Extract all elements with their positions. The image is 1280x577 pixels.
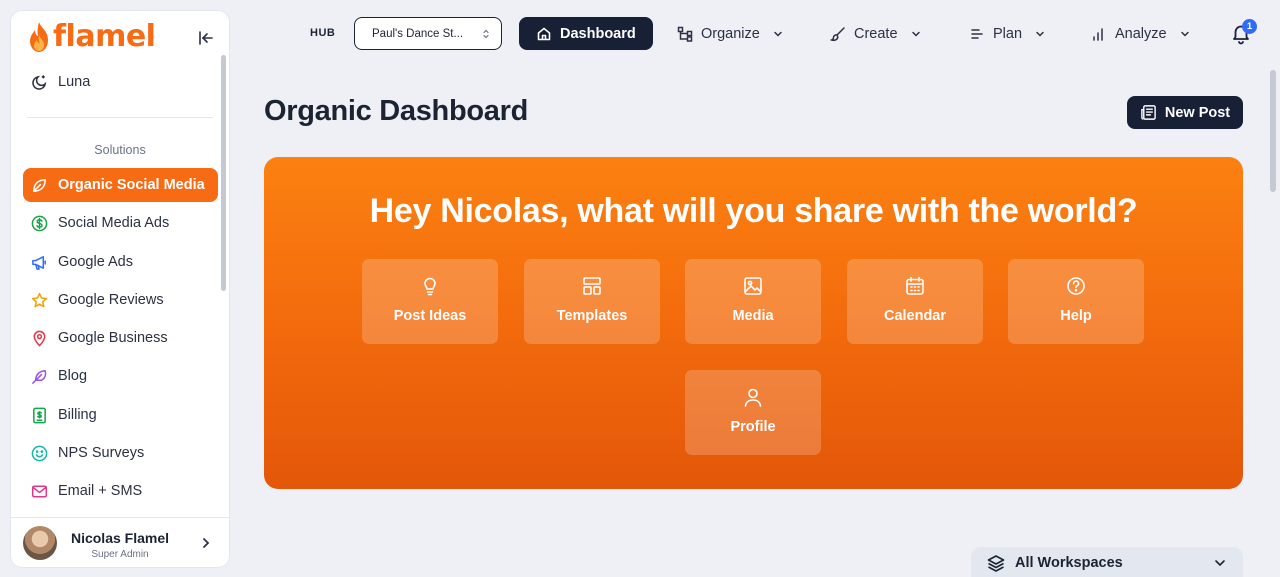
billing-icon (33, 407, 46, 423)
tile-label: Calendar (883, 308, 947, 324)
nav-dashboard-button[interactable]: Dashboard (519, 17, 653, 50)
sidebar-item-email-sms[interactable]: Email + SMS (23, 474, 218, 508)
notification-badge: 1 (1242, 19, 1257, 34)
sidebar-section-label: Solutions (94, 143, 146, 157)
sidebar-item-luna[interactable]: Luna (23, 65, 218, 99)
sidebar-item-label: Organic Social Media (58, 177, 205, 193)
smiley-icon (31, 445, 48, 461)
user-role: Super Admin (91, 549, 149, 560)
sidebar-item-label: Blog (58, 368, 88, 384)
chevron-up-down-icon (483, 29, 489, 38)
sidebar-item-google-ads[interactable]: Google Ads (23, 245, 218, 279)
hero-banner: Hey Nicolas, what will you share with th… (264, 157, 1243, 489)
lightbulb-icon (424, 277, 436, 296)
tile-templates[interactable]: Templates (524, 259, 660, 344)
leaf-icon (33, 178, 46, 192)
star-icon (31, 292, 48, 307)
nav-plan-label: Plan (993, 25, 1023, 42)
tile-profile[interactable]: Profile (685, 370, 821, 455)
sidebar-item-label: Google Ads (58, 254, 133, 270)
workspace-select-value: All Workspaces (1015, 555, 1123, 571)
nav-organize-label: Organize (701, 25, 760, 42)
tile-media[interactable]: Media (685, 259, 821, 344)
collapse-left-icon (199, 31, 213, 45)
tile-label: Templates (556, 308, 628, 324)
collapse-sidebar-button[interactable] (195, 27, 217, 49)
sidebar-item-label: Billing (58, 407, 97, 423)
nav-create-menu[interactable]: Create (830, 17, 922, 50)
newspaper-icon (1141, 105, 1156, 120)
hero-title: Hey Nicolas, what will you share with th… (369, 192, 1138, 230)
mail-icon (31, 485, 48, 497)
chevron-down-icon (1180, 31, 1189, 37)
nav-analyze-menu[interactable]: Analyze (1091, 17, 1191, 50)
chevron-down-icon (911, 31, 920, 37)
sidebar-divider (27, 117, 213, 118)
brush-icon (830, 26, 845, 41)
sidebar-item-label: Google Business (58, 330, 168, 346)
sidebar-item-billing[interactable]: Billing (23, 398, 218, 432)
hub-select-value: Paul's Dance St... (372, 27, 464, 40)
sidebar-item-label: Social Media Ads (58, 215, 170, 231)
tile-help[interactable]: Help (1008, 259, 1144, 344)
sidebar-item-label: Email + SMS (58, 483, 143, 499)
sidebar: flamel Luna Solutions Organic Social Med… (10, 10, 230, 568)
logo-text: flamel (53, 19, 156, 54)
hierarchy-icon (677, 26, 693, 42)
sidebar-item-label: Google Reviews (58, 292, 164, 308)
layers-icon (987, 555, 1005, 572)
megaphone-icon (32, 255, 46, 270)
sidebar-scrollbar[interactable] (221, 55, 226, 291)
templates-icon (583, 277, 601, 295)
chevron-down-icon (1036, 31, 1044, 37)
tile-post-ideas[interactable]: Post Ideas (362, 259, 498, 344)
sidebar-item-google-reviews[interactable]: Google Reviews (23, 283, 218, 317)
page-title: Organic Dashboard (264, 95, 529, 127)
image-icon (744, 277, 762, 295)
chevron-down-icon (1215, 560, 1225, 567)
tile-calendar[interactable]: Calendar (847, 259, 983, 344)
nav-analyze-label: Analyze (1115, 25, 1167, 42)
user-icon (744, 388, 762, 407)
sidebar-item-label: Luna (58, 74, 91, 90)
sidebar-item-blog[interactable]: Blog (23, 359, 218, 393)
hub-select[interactable]: Paul's Dance St... (354, 17, 502, 50)
sidebar-item-label: NPS Surveys (58, 445, 145, 461)
sidebar-item-organic-social-media[interactable]: Organic Social Media (23, 168, 218, 202)
page-scrollbar[interactable] (1270, 70, 1276, 192)
home-icon (537, 27, 551, 40)
moon-icon (32, 74, 47, 90)
tile-label: Post Ideas (393, 308, 467, 324)
dollar-circle-icon (31, 215, 48, 231)
new-post-button[interactable]: New Post (1127, 96, 1243, 129)
map-pin-icon (33, 330, 46, 347)
workspace-select[interactable]: All Workspaces (971, 547, 1243, 577)
flamel-logo[interactable]: flamel (27, 19, 156, 54)
nav-create-label: Create (854, 25, 898, 42)
nav-plan-menu[interactable]: Plan (969, 17, 1046, 50)
tile-label: Profile (730, 419, 776, 435)
list-icon (971, 28, 983, 39)
chevron-right-icon[interactable] (199, 536, 213, 550)
sidebar-item-nps-surveys[interactable]: NPS Surveys (23, 436, 218, 470)
nav-organize-menu[interactable]: Organize (677, 17, 784, 50)
calendar-icon (906, 276, 924, 295)
sidebar-item-social-media-ads[interactable]: Social Media Ads (23, 206, 218, 240)
nav-dashboard-label: Dashboard (560, 25, 636, 42)
feather-icon (32, 369, 47, 384)
user-name: Nicolas Flamel (70, 530, 170, 546)
help-icon (1067, 277, 1085, 295)
tile-label: Media (732, 308, 774, 324)
flame-icon (30, 21, 48, 52)
sidebar-item-google-business[interactable]: Google Business (23, 321, 218, 355)
hub-label: HUB (310, 27, 336, 39)
new-post-label: New Post (1164, 104, 1231, 121)
tile-label: Help (1060, 308, 1092, 324)
user-profile-card[interactable]: Nicolas Flamel Super Admin (11, 517, 229, 567)
chevron-down-icon (774, 31, 782, 37)
bar-chart-icon (1093, 27, 1103, 41)
